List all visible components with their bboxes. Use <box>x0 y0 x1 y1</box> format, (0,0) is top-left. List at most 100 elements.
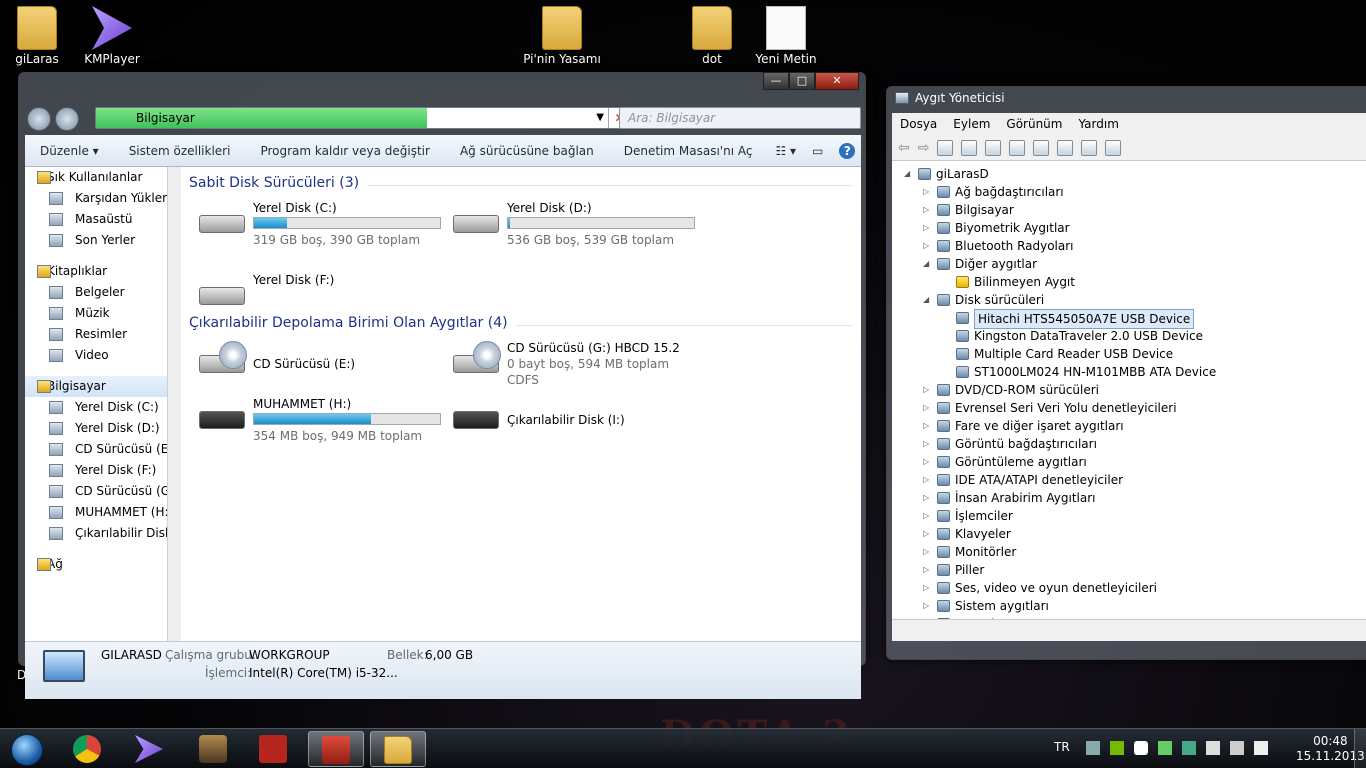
device-tree-item-12[interactable]: ▷ DVD/CD-ROM sürücüleri <box>892 381 1366 399</box>
start-button[interactable] <box>4 731 50 767</box>
update-driver-icon[interactable] <box>1057 139 1074 156</box>
collapsed-arrow-icon[interactable]: ▷ <box>923 183 929 201</box>
maximize-button[interactable]: □ <box>789 72 815 90</box>
taskbar-chrome[interactable] <box>60 731 116 767</box>
taskbar-explorer[interactable] <box>370 731 426 767</box>
collapsed-arrow-icon[interactable]: ▷ <box>923 597 929 615</box>
nav-item-13[interactable]: Yerel Disk (D:) <box>25 418 180 439</box>
device-tree-item-0[interactable]: ◢ giLarasD <box>892 165 1366 183</box>
device-tree-item-21[interactable]: ▷ Monitörler <box>892 543 1366 561</box>
back-arrow-icon[interactable]: ⇦ <box>898 140 910 156</box>
address-dropdown-icon[interactable]: ▼ <box>596 112 604 123</box>
organize-button[interactable]: Düzenle ▾ <box>25 144 114 158</box>
nav-section-11[interactable]: Bilgisayar <box>25 376 180 397</box>
system-properties-button[interactable]: Sistem özellikleri <box>114 144 246 158</box>
nav-item-1[interactable]: Karşıdan Yüklem <box>25 188 180 209</box>
menu-gorunum[interactable]: Görünüm <box>998 117 1070 131</box>
collapsed-arrow-icon[interactable]: ▷ <box>923 237 929 255</box>
help-icon[interactable] <box>985 139 1002 156</box>
close-button[interactable]: ✕ <box>815 72 859 90</box>
network-tray-icon[interactable] <box>1086 741 1100 755</box>
device-tree-item-10[interactable]: Multiple Card Reader USB Device <box>892 345 1366 363</box>
nav-item-2[interactable]: Masaüstü <box>25 209 180 230</box>
uninstall-icon[interactable] <box>1081 139 1098 156</box>
collapsed-arrow-icon[interactable]: ▷ <box>923 507 929 525</box>
nav-item-8[interactable]: Resimler <box>25 324 180 345</box>
nav-item-9[interactable]: Video <box>25 345 180 366</box>
collapsed-arrow-icon[interactable]: ▷ <box>923 525 929 543</box>
map-network-drive-button[interactable]: Ağ sürücüsüne bağlan <box>445 144 609 158</box>
power-tray-icon[interactable] <box>1206 741 1220 755</box>
device-tree-item-4[interactable]: ▷ Bluetooth Radyoları <box>892 237 1366 255</box>
show-hide-tree-icon[interactable] <box>937 139 954 156</box>
group-header-removable[interactable]: Çıkarılabilir Depolama Birimi Olan Aygıt… <box>189 315 853 331</box>
menu-yardim[interactable]: Yardım <box>1070 117 1126 131</box>
collapsed-arrow-icon[interactable]: ▷ <box>923 399 929 417</box>
desktop-icon-gilaras[interactable]: giLaras <box>2 6 72 66</box>
device-tree-item-1[interactable]: ▷ Ağ bağdaştırıcıları <box>892 183 1366 201</box>
search-input[interactable]: Ara: Bilgisayar <box>619 107 861 129</box>
security-tray-icon[interactable] <box>1158 741 1172 755</box>
drive-i[interactable]: Çıkarılabilir Disk (I:) <box>453 397 703 449</box>
signal-tray-icon[interactable] <box>1230 741 1244 755</box>
control-panel-button[interactable]: Denetim Masası'nı Aç <box>609 144 768 158</box>
nav-section-5[interactable]: Kitaplıklar <box>25 261 180 282</box>
taskbar-game[interactable] <box>186 731 242 767</box>
device-tree-item-9[interactable]: Kingston DataTraveler 2.0 USB Device <box>892 327 1366 345</box>
collapsed-arrow-icon[interactable]: ▷ <box>923 453 929 471</box>
nav-scrollbar[interactable] <box>167 167 181 641</box>
device-tree-item-6[interactable]: Bilinmeyen Aygıt <box>892 273 1366 291</box>
shield-tray-icon[interactable] <box>1182 741 1196 755</box>
nav-item-3[interactable]: Son Yerler <box>25 230 180 251</box>
device-tree-item-8[interactable]: Hitachi HTS545050A7E USB Device <box>892 309 1366 329</box>
collapsed-arrow-icon[interactable]: ▷ <box>923 417 929 435</box>
view-options-icon[interactable]: ☷ ▾ <box>767 144 804 158</box>
taskbar-dota2[interactable] <box>246 731 302 767</box>
preview-pane-icon[interactable]: ▭ <box>804 144 831 158</box>
uninstall-program-button[interactable]: Program kaldır veya değiştir <box>245 144 445 158</box>
collapsed-arrow-icon[interactable]: ▷ <box>923 219 929 237</box>
collapsed-arrow-icon[interactable]: ▷ <box>923 435 929 453</box>
desktop-icon-pinin-yasami[interactable]: Pi'nin Yasamı <box>514 6 610 66</box>
collapsed-arrow-icon[interactable]: ▷ <box>923 489 929 507</box>
device-tree-item-3[interactable]: ▷ Biyometrik Aygıtlar <box>892 219 1366 237</box>
taskbar-kmplayer[interactable] <box>122 731 178 767</box>
address-bar[interactable]: Bilgisayar ▼ ✕ <box>95 107 631 129</box>
nvidia-tray-icon[interactable] <box>1110 741 1124 755</box>
device-tree-item-11[interactable]: ST1000LM024 HN-M101MBB ATA Device <box>892 363 1366 381</box>
nav-section-20[interactable]: Ağ <box>25 554 180 575</box>
bluetooth-tray-icon[interactable] <box>1134 741 1148 755</box>
disable-icon[interactable] <box>1105 139 1122 156</box>
forward-arrow-icon[interactable]: ⇨ <box>918 140 930 156</box>
menu-eylem[interactable]: Eylem <box>945 117 998 131</box>
back-button[interactable] <box>27 107 51 131</box>
desktop-icon-kmplayer[interactable]: KMPlayer <box>77 6 147 66</box>
drive-d[interactable]: Yerel Disk (D:) 536 GB boş, 539 GB topla… <box>453 201 703 253</box>
nav-item-16[interactable]: CD Sürücüsü (G:) <box>25 481 180 502</box>
nav-item-12[interactable]: Yerel Disk (C:) <box>25 397 180 418</box>
nav-item-15[interactable]: Yerel Disk (F:) <box>25 460 180 481</box>
expanded-arrow-icon[interactable]: ◢ <box>923 291 929 309</box>
collapsed-arrow-icon[interactable]: ▷ <box>923 471 929 489</box>
device-tree-item-15[interactable]: ▷ Görüntü bağdaştırıcıları <box>892 435 1366 453</box>
nav-item-18[interactable]: Çıkarılabilir Disk ( <box>25 523 180 544</box>
device-tree-item-18[interactable]: ▷ İnsan Arabirim Aygıtları <box>892 489 1366 507</box>
desktop-icon-yeni-metin[interactable]: Yeni Metin <box>751 6 821 66</box>
drive-e[interactable]: CD Sürücüsü (E:) <box>199 341 449 393</box>
device-tree-item-23[interactable]: ▷ Ses, video ve oyun denetleyicileri <box>892 579 1366 597</box>
collapsed-arrow-icon[interactable]: ▷ <box>923 381 929 399</box>
help-icon[interactable]: ? <box>831 142 865 159</box>
device-tree-item-24[interactable]: ▷ Sistem aygıtları <box>892 597 1366 615</box>
scan-hardware-icon[interactable] <box>1033 139 1050 156</box>
forward-button[interactable] <box>55 107 79 131</box>
device-tree-item-16[interactable]: ▷ Görüntüleme aygıtları <box>892 453 1366 471</box>
device-tree-item-2[interactable]: ▷ Bilgisayar <box>892 201 1366 219</box>
nav-item-17[interactable]: MUHAMMET (H:) <box>25 502 180 523</box>
device-tree-item-17[interactable]: ▷ IDE ATA/ATAPI denetleyiciler <box>892 471 1366 489</box>
properties-icon[interactable] <box>961 139 978 156</box>
drive-g[interactable]: CD Sürücüsü (G:) HBCD 15.2 0 bayt boş, 5… <box>453 341 703 393</box>
show-desktop-button[interactable] <box>1354 729 1366 768</box>
volume-tray-icon[interactable] <box>1254 741 1268 755</box>
language-indicator[interactable]: TR <box>1054 740 1070 768</box>
expanded-arrow-icon[interactable]: ◢ <box>923 255 929 273</box>
